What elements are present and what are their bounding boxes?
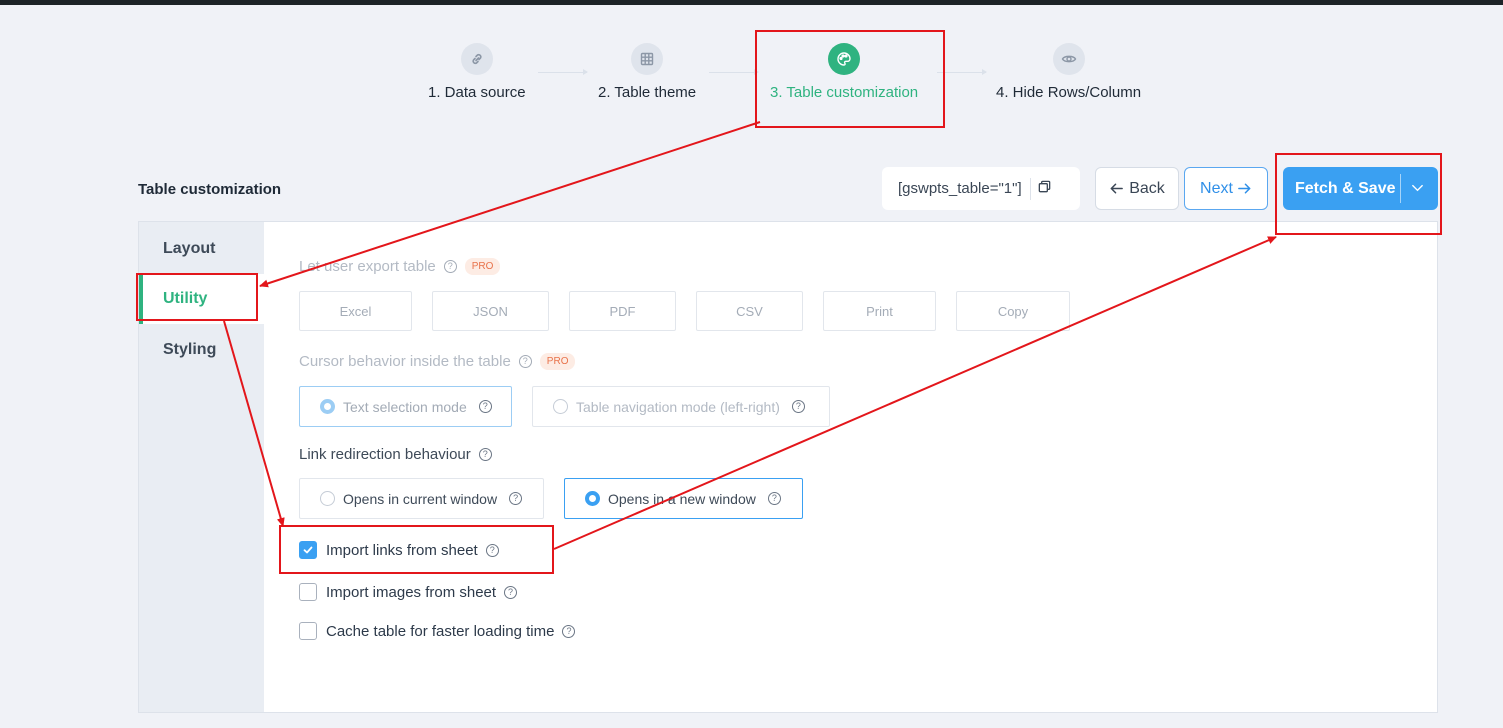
checkbox-unchecked[interactable] [299,622,317,640]
radio-dot [320,491,335,506]
checkbox-unchecked[interactable] [299,583,317,601]
next-label: Next [1200,179,1233,197]
step-label: 2. Table theme [598,84,697,101]
annotation-box-step [755,30,945,128]
help-icon[interactable]: ? [478,400,492,413]
link-redirection-label: Link redirection behaviour ? [299,446,492,463]
radio-label: Text selection mode [343,398,467,415]
pro-badge: PRO [539,353,576,370]
export-excel-button[interactable]: Excel [299,291,412,331]
help-icon[interactable]: ? [518,355,532,368]
shortcode-box[interactable]: [gswpts_table="1"] [882,167,1080,210]
radio-dot [585,491,600,506]
radio-label: Opens in current window [343,490,498,507]
help-icon[interactable]: ? [562,624,576,638]
export-label: Let user export table ? PRO [299,258,501,275]
radio-opens-current-window[interactable]: Opens in current window ? [299,478,544,519]
export-print-button[interactable]: Print [823,291,936,331]
arrow-right-icon [1237,181,1252,196]
next-button[interactable]: Next [1184,167,1268,210]
divider [1029,177,1031,200]
radio-label: Opens in a new window [608,490,756,507]
export-csv-button[interactable]: CSV [696,291,803,331]
help-icon[interactable]: ? [767,492,781,505]
shortcode-text: [gswpts_table="1"] [898,180,1022,197]
radio-label: Table navigation mode (left-right) [576,398,780,415]
step-label: 4. Hide Rows/Column [996,84,1142,101]
export-json-button[interactable]: JSON [432,291,549,331]
radio-text-selection-mode[interactable]: Text selection mode ? [299,386,512,427]
sidebar-item-label: Layout [163,240,216,257]
cursor-label-text: Cursor behavior inside the table [299,353,511,370]
link-icon [460,43,493,75]
help-icon[interactable]: ? [791,400,805,413]
help-icon[interactable]: ? [478,448,492,461]
sidebar-item-styling[interactable]: Styling [139,325,264,375]
grid-icon [631,43,664,75]
radio-dot [320,399,335,414]
eye-icon [1052,43,1085,75]
annotation-box-utility [136,273,258,321]
export-option-label: Copy [997,303,1029,319]
checkbox-label: Cache table for faster loading time [326,622,555,640]
pro-badge: PRO [464,258,501,275]
help-icon[interactable]: ? [443,260,457,273]
page-title: Table customization [138,181,282,198]
cursor-behavior-label: Cursor behavior inside the table ? PRO [299,353,576,370]
import-images-checkbox[interactable]: Import images from sheet ? [299,583,518,601]
step-table-theme[interactable]: 2. Table theme [598,43,696,101]
link-redirection-text: Link redirection behaviour [299,446,471,463]
back-button[interactable]: Back [1095,167,1179,210]
step-connector [538,69,588,75]
top-bar [0,0,1503,5]
step-connector [709,69,759,75]
step-hide-rows-column[interactable]: 4. Hide Rows/Column [996,43,1141,101]
radio-table-navigation-mode[interactable]: Table navigation mode (left-right) ? [532,386,830,427]
export-option-label: Print [866,303,893,319]
export-option-label: Excel [339,303,372,319]
cache-table-checkbox[interactable]: Cache table for faster loading time ? [299,622,576,640]
copy-icon[interactable] [1037,179,1052,198]
export-pdf-button[interactable]: PDF [569,291,676,331]
sidebar-item-layout[interactable]: Layout [139,224,264,274]
help-icon[interactable]: ? [504,585,518,599]
arrow-left-icon [1109,181,1124,196]
radio-dot [553,399,568,414]
back-label: Back [1129,179,1165,197]
help-icon[interactable]: ? [509,492,523,505]
radio-opens-new-window[interactable]: Opens in a new window ? [564,478,803,519]
step-data-source[interactable]: 1. Data source [428,43,526,101]
export-copy-button[interactable]: Copy [956,291,1070,331]
annotation-box-import-links [279,525,554,574]
export-option-label: CSV [736,303,763,319]
annotation-box-fetch-save [1275,153,1442,235]
checkbox-label: Import images from sheet [326,583,497,601]
export-option-label: JSON [473,303,508,319]
export-label-text: Let user export table [299,258,436,275]
sidebar-item-label: Styling [163,341,217,358]
export-option-label: PDF [609,303,636,319]
step-label: 1. Data source [428,84,526,101]
